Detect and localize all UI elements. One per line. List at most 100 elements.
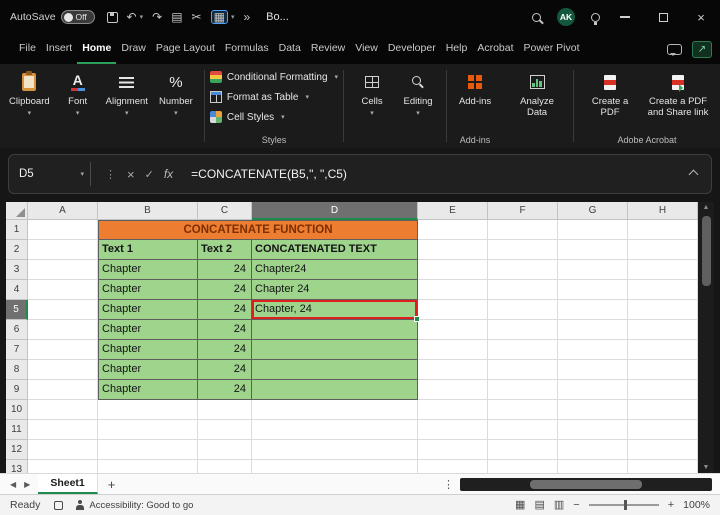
cell[interactable] [28, 400, 98, 420]
name-box[interactable]: D5 ▾ [19, 162, 91, 186]
scroll-down-icon[interactable]: ▼ [703, 464, 710, 471]
cell[interactable] [558, 240, 628, 260]
cell-C7[interactable]: 24 [198, 340, 252, 360]
cell-C9[interactable]: 24 [198, 380, 252, 400]
tab-developer[interactable]: Developer [383, 34, 441, 64]
vertical-scrollbar-thumb[interactable] [701, 216, 711, 286]
cell-D2[interactable]: CONCATENATED TEXT [252, 240, 418, 260]
cell[interactable] [28, 420, 98, 440]
cell[interactable] [558, 320, 628, 340]
cell-D4[interactable]: Chapter 24 [252, 280, 418, 300]
cell[interactable] [418, 280, 488, 300]
format-as-table-button[interactable]: Format as Table ▾ [209, 88, 338, 106]
tab-page-layout[interactable]: Page Layout [151, 34, 220, 64]
row-header-6[interactable]: 6 [6, 320, 28, 340]
cell-D5-selected[interactable]: Chapter, 24 [252, 300, 420, 322]
cells-group-button[interactable]: Cells ▾ [349, 68, 395, 146]
font-group-button[interactable]: A Font ▾ [55, 68, 101, 146]
create-pdf-button[interactable]: Create a PDF [579, 68, 641, 122]
cell[interactable] [418, 380, 488, 400]
cell[interactable] [28, 220, 98, 240]
autosave-control[interactable]: AutoSave Off [10, 10, 95, 24]
cell[interactable] [628, 240, 698, 260]
row-header-7[interactable]: 7 [6, 340, 28, 360]
tab-acrobat[interactable]: Acrobat [472, 34, 518, 64]
create-pdf-share-button[interactable]: Create a PDF and Share link [641, 68, 715, 122]
tab-file[interactable]: File [14, 34, 41, 64]
search-icon[interactable] [532, 12, 541, 22]
tab-insert[interactable]: Insert [41, 34, 77, 64]
cut-icon[interactable]: ✂ [192, 11, 202, 23]
zoom-in-icon[interactable]: + [668, 499, 674, 511]
copy-icon[interactable]: ▤ [171, 11, 182, 23]
addins-button[interactable]: Add-ins [452, 68, 498, 110]
cell[interactable] [628, 440, 698, 460]
comments-icon[interactable] [667, 43, 682, 56]
cell[interactable] [252, 440, 418, 460]
cell[interactable] [488, 380, 558, 400]
cell-D8[interactable] [252, 360, 418, 380]
clipboard-group-button[interactable]: Clipboard ▾ [4, 68, 55, 146]
cell[interactable] [488, 400, 558, 420]
cell-B5[interactable]: Chapter [98, 300, 198, 320]
cell[interactable] [98, 420, 198, 440]
col-header-D[interactable]: D [252, 202, 418, 220]
cell[interactable] [28, 440, 98, 460]
cell[interactable] [198, 460, 252, 473]
cell[interactable] [28, 360, 98, 380]
col-header-H[interactable]: H [628, 202, 698, 220]
lightbulb-icon[interactable] [591, 12, 600, 25]
cell-styles-button[interactable]: Cell Styles ▾ [209, 108, 338, 126]
row-header-3[interactable]: 3 [6, 260, 28, 280]
select-all-corner[interactable] [6, 202, 28, 220]
cell[interactable] [488, 240, 558, 260]
scroll-up-icon[interactable]: ▲ [703, 204, 710, 211]
collapse-formula-bar-icon[interactable] [688, 169, 699, 179]
share-button[interactable]: ↗ [692, 40, 712, 58]
row-header-9[interactable]: 9 [6, 380, 28, 400]
cell[interactable] [98, 440, 198, 460]
accessibility-status[interactable]: Accessibility: Good to go [89, 500, 193, 511]
cell[interactable] [488, 320, 558, 340]
prev-sheet-icon[interactable]: ◀ [10, 480, 16, 489]
paste-chevron-icon[interactable]: ▾ [231, 14, 235, 21]
cell-C8[interactable]: 24 [198, 360, 252, 380]
zoom-slider[interactable] [588, 500, 659, 510]
paste-icon[interactable]: ▦ [210, 10, 228, 24]
formula-input[interactable]: =CONCATENATE(B5,", ",C5) [191, 167, 347, 181]
cell[interactable] [558, 360, 628, 380]
cell[interactable] [558, 420, 628, 440]
cell[interactable] [488, 280, 558, 300]
col-header-B[interactable]: B [98, 202, 198, 220]
cell[interactable] [198, 440, 252, 460]
cell[interactable] [418, 260, 488, 280]
row-header-12[interactable]: 12 [6, 440, 28, 460]
avatar[interactable]: AK [557, 8, 575, 26]
cell[interactable] [628, 420, 698, 440]
cell[interactable] [558, 300, 628, 320]
page-break-view-icon[interactable]: ▥ [554, 499, 564, 511]
cell[interactable] [488, 220, 558, 240]
cell[interactable] [28, 380, 98, 400]
undo-chevron-icon[interactable]: ▾ [140, 14, 144, 21]
tab-review[interactable]: Review [306, 34, 350, 64]
cell[interactable] [488, 420, 558, 440]
cell-C6[interactable]: 24 [198, 320, 252, 340]
cell[interactable] [628, 280, 698, 300]
cell[interactable] [488, 360, 558, 380]
cell[interactable] [488, 300, 558, 320]
row-header-13[interactable]: 13 [6, 460, 28, 473]
cell[interactable] [28, 320, 98, 340]
cell[interactable] [98, 400, 198, 420]
cell[interactable] [28, 300, 98, 320]
analyze-data-button[interactable]: Analyze Data [506, 68, 568, 146]
row-header-11[interactable]: 11 [6, 420, 28, 440]
cell[interactable] [628, 460, 698, 473]
col-header-G[interactable]: G [558, 202, 628, 220]
cell[interactable] [628, 260, 698, 280]
tab-data[interactable]: Data [274, 34, 306, 64]
cell[interactable] [28, 260, 98, 280]
col-header-A[interactable]: A [28, 202, 98, 220]
horizontal-scrollbar[interactable] [460, 478, 712, 491]
cell[interactable] [198, 420, 252, 440]
